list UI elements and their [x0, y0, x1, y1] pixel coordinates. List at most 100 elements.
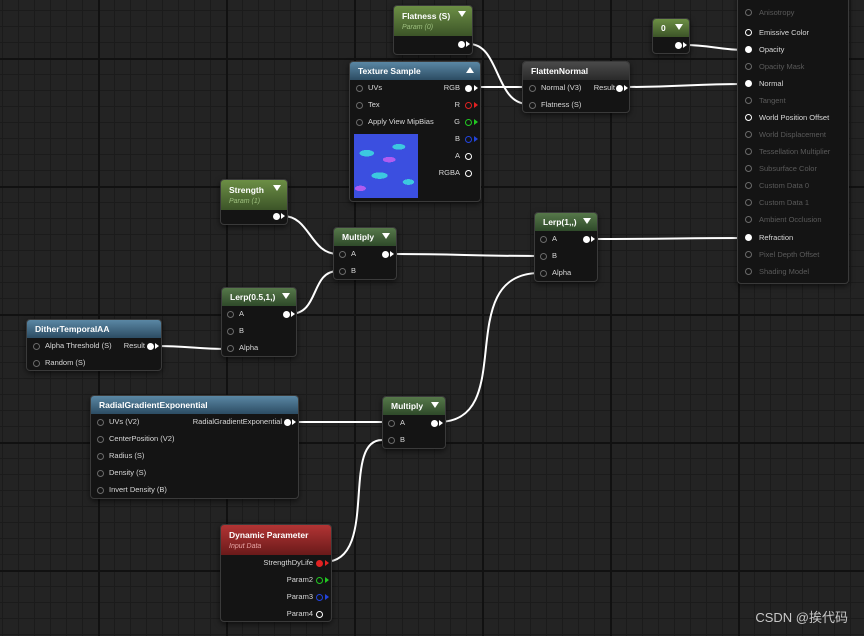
- flatness-input-label: Flatness (S): [541, 100, 582, 109]
- multiply-top-a-pin[interactable]: [339, 251, 346, 258]
- flatness-output-pin[interactable]: [458, 41, 465, 48]
- rgb-output-pin[interactable]: [465, 85, 472, 92]
- param2-pin[interactable]: [316, 577, 323, 584]
- material-pin-world-position-offset[interactable]: World Position Offset: [738, 111, 848, 125]
- texture-node-header[interactable]: Texture Sample: [350, 62, 480, 80]
- collapse-arrow-icon[interactable]: [675, 24, 683, 30]
- collapse-arrow-icon[interactable]: [583, 218, 591, 224]
- lerp-half-b-pin[interactable]: [227, 328, 234, 335]
- lerp-one-header[interactable]: Lerp(1,,): [535, 213, 597, 231]
- param4-pin[interactable]: [316, 611, 323, 618]
- a-output-pin[interactable]: [465, 153, 472, 160]
- flatten-node-header[interactable]: FlattenNormal: [523, 62, 629, 80]
- pin-dot-icon: [745, 80, 752, 87]
- material-pin-custom-data-0[interactable]: Custom Data 0: [738, 179, 848, 193]
- strength-output-pin[interactable]: [273, 213, 280, 220]
- dynamic-node-title: Dynamic Parameter: [229, 530, 309, 540]
- radial-output-pin[interactable]: [284, 419, 291, 426]
- pin-arrow-icon: [474, 85, 478, 91]
- strength-node-header[interactable]: Strength Param (1): [221, 180, 287, 210]
- collapse-arrow-icon[interactable]: [466, 67, 474, 73]
- uvs-input-pin[interactable]: [356, 85, 363, 92]
- flatness-node-header[interactable]: Flatness (S) Param (0): [394, 6, 472, 36]
- multiply-node-bottom[interactable]: Multiply A B: [382, 396, 446, 449]
- constant-node-header[interactable]: 0: [653, 19, 689, 37]
- material-pin-shading-model[interactable]: Shading Model: [738, 265, 848, 279]
- multiply-node-top[interactable]: Multiply A B: [333, 227, 397, 280]
- mipbias-input-pin[interactable]: [356, 119, 363, 126]
- center-position-pin[interactable]: [97, 436, 104, 443]
- material-pin-anisotropy[interactable]: Anisotropy: [738, 6, 848, 20]
- multiply-bottom-b-pin[interactable]: [388, 437, 395, 444]
- lerp-half-node[interactable]: Lerp(0.5,1,) A B Alpha: [221, 287, 297, 357]
- normal-input-pin[interactable]: [529, 85, 536, 92]
- g-output-pin[interactable]: [465, 119, 472, 126]
- material-pin-custom-data-1[interactable]: Custom Data 1: [738, 196, 848, 210]
- multiply-top-output-pin[interactable]: [382, 251, 389, 258]
- radial-uvs-pin[interactable]: [97, 419, 104, 426]
- invert-density-pin[interactable]: [97, 487, 104, 494]
- multiply-top-header[interactable]: Multiply: [334, 228, 396, 246]
- collapse-arrow-icon[interactable]: [282, 293, 290, 299]
- lerp-half-header[interactable]: Lerp(0.5,1,): [222, 288, 296, 306]
- multiply-bottom-a-pin[interactable]: [388, 420, 395, 427]
- collapse-arrow-icon[interactable]: [458, 11, 466, 17]
- material-result-node[interactable]: Anisotropy Emissive Color Opacity Opacit…: [737, 0, 849, 284]
- strength-dylife-pin[interactable]: [316, 560, 323, 567]
- collapse-arrow-icon[interactable]: [431, 402, 439, 408]
- lerp-one-b-pin[interactable]: [540, 253, 547, 260]
- material-pin-tessellation-multiplier[interactable]: Tessellation Multiplier: [738, 145, 848, 159]
- material-pin-refraction[interactable]: Refraction: [738, 231, 848, 245]
- b-output-pin[interactable]: [465, 136, 472, 143]
- wire-strength-to-multiply1: [282, 215, 339, 255]
- dither-result-pin[interactable]: [147, 343, 154, 350]
- constant-zero-node[interactable]: 0: [652, 18, 690, 54]
- material-pin-emissive-color[interactable]: Emissive Color: [738, 26, 848, 40]
- collapse-arrow-icon[interactable]: [382, 233, 390, 239]
- lerp-half-output-pin[interactable]: [283, 311, 290, 318]
- multiply-bottom-header[interactable]: Multiply: [383, 397, 445, 415]
- rgba-output-pin[interactable]: [465, 170, 472, 177]
- flatness-param-node[interactable]: Flatness (S) Param (0): [393, 5, 473, 55]
- radial-node-header[interactable]: RadialGradientExponential: [91, 396, 298, 414]
- param3-pin[interactable]: [316, 594, 323, 601]
- collapse-arrow-icon[interactable]: [273, 185, 281, 191]
- dynamic-node-header[interactable]: Dynamic Parameter Input Data: [221, 525, 331, 555]
- wire-lerp05-to-multiply1: [289, 270, 339, 315]
- dither-node-header[interactable]: DitherTemporalAA: [27, 320, 161, 338]
- tex-input-pin[interactable]: [356, 102, 363, 109]
- material-pin-normal[interactable]: Normal: [738, 77, 848, 91]
- multiply-top-b-pin[interactable]: [339, 268, 346, 275]
- material-pin-pixel-depth-offset[interactable]: Pixel Depth Offset: [738, 248, 848, 262]
- radius-pin[interactable]: [97, 453, 104, 460]
- r-output-pin[interactable]: [465, 102, 472, 109]
- flatten-normal-node[interactable]: FlattenNormal Normal (V3) Flatness (S) R…: [522, 61, 630, 113]
- lerp-half-a-pin[interactable]: [227, 311, 234, 318]
- flatness-input-pin[interactable]: [529, 102, 536, 109]
- lerp-one-alpha-label: Alpha: [552, 268, 572, 277]
- wire-lerp1-to-refraction: [591, 237, 746, 240]
- density-pin[interactable]: [97, 470, 104, 477]
- strength-param-node[interactable]: Strength Param (1): [220, 179, 288, 225]
- material-pin-tangent[interactable]: Tangent: [738, 94, 848, 108]
- dither-temporal-aa-node[interactable]: DitherTemporalAA Alpha Threshold (S) Ran…: [26, 319, 162, 371]
- lerp-half-alpha-pin[interactable]: [227, 345, 234, 352]
- material-pin-opacity-mask[interactable]: Opacity Mask: [738, 60, 848, 74]
- material-pin-ambient-occlusion[interactable]: Ambient Occlusion: [738, 213, 848, 227]
- flatten-result-pin[interactable]: [616, 85, 623, 92]
- radial-gradient-node[interactable]: RadialGradientExponential UVs (V2) Cente…: [90, 395, 299, 499]
- material-pin-world-displacement[interactable]: World Displacement: [738, 128, 848, 142]
- random-pin[interactable]: [33, 360, 40, 367]
- material-pin-label: Emissive Color: [759, 28, 810, 37]
- material-pin-opacity[interactable]: Opacity: [738, 43, 848, 57]
- multiply-bottom-output-pin[interactable]: [431, 420, 438, 427]
- texture-sample-node[interactable]: Texture Sample UVs Tex Apply View MipBia…: [349, 61, 481, 202]
- dynamic-parameter-node[interactable]: Dynamic Parameter Input Data StrengthDyL…: [220, 524, 332, 622]
- constant-output-pin[interactable]: [675, 42, 682, 49]
- alpha-threshold-pin[interactable]: [33, 343, 40, 350]
- lerp-one-a-pin[interactable]: [540, 236, 547, 243]
- material-pin-subsurface-color[interactable]: Subsurface Color: [738, 162, 848, 176]
- lerp-one-output-pin[interactable]: [583, 236, 590, 243]
- lerp-one-alpha-pin[interactable]: [540, 270, 547, 277]
- lerp-one-node[interactable]: Lerp(1,,) A B Alpha: [534, 212, 598, 282]
